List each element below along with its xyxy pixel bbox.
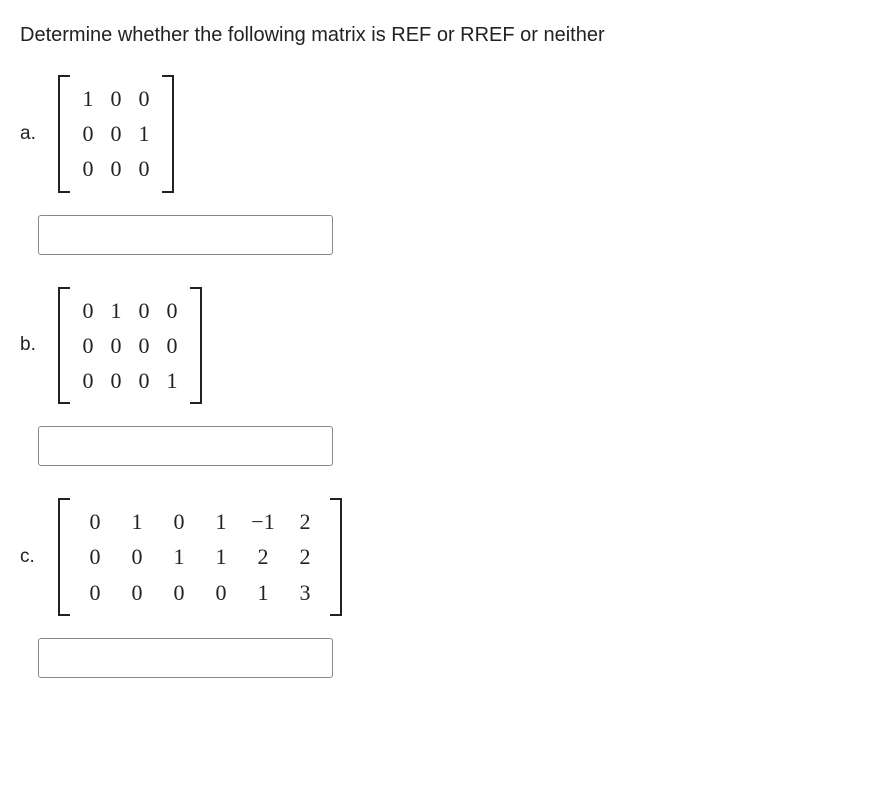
question-text: Determine whether the following matrix i… — [20, 24, 861, 47]
matrix-cell: 0 — [74, 363, 102, 398]
matrix-c: 0101−12001122000013 — [58, 498, 342, 616]
matrix-b: 010000000001 — [58, 287, 202, 405]
bracket-right-icon — [190, 287, 202, 405]
matrix-cell: 0 — [74, 575, 116, 610]
matrix-cell: 0 — [102, 363, 130, 398]
matrix-cell: 3 — [284, 575, 326, 610]
matrix-cell: 0 — [74, 293, 102, 328]
matrix-cell: 0 — [74, 328, 102, 363]
answer-input-a[interactable] — [38, 215, 333, 255]
matrix-cell: 0 — [200, 575, 242, 610]
bracket-right-icon — [330, 498, 342, 616]
answer-input-c[interactable] — [38, 638, 333, 678]
matrix-cell: 0 — [130, 363, 158, 398]
answer-input-b[interactable] — [38, 426, 333, 466]
matrix-cell: 0 — [130, 151, 158, 186]
bracket-right-icon — [162, 75, 174, 193]
matrix-cell: 2 — [284, 539, 326, 574]
matrix-cell: 0 — [74, 116, 102, 151]
matrix-cell: 0 — [102, 328, 130, 363]
matrix-cell: 0 — [102, 81, 130, 116]
matrix-cell: 0 — [158, 293, 186, 328]
matrix-cell: 2 — [284, 504, 326, 539]
matrix-cell: −1 — [242, 504, 284, 539]
bracket-left-icon — [58, 75, 70, 193]
bracket-left-icon — [58, 498, 70, 616]
bracket-left-icon — [58, 287, 70, 405]
matrix-cell: 0 — [74, 151, 102, 186]
matrix-cell: 0 — [74, 504, 116, 539]
matrix-cell: 0 — [130, 81, 158, 116]
matrix-a: 100001000 — [58, 75, 174, 193]
matrix-cell: 1 — [200, 504, 242, 539]
matrix-cell: 1 — [158, 363, 186, 398]
matrix-cell: 1 — [74, 81, 102, 116]
matrix-cell: 1 — [102, 293, 130, 328]
problem-c: c. 0101−12001122000013 — [20, 498, 861, 678]
matrix-cell: 0 — [116, 539, 158, 574]
problem-b: b. 010000000001 — [20, 287, 861, 467]
matrix-cell: 0 — [116, 575, 158, 610]
label-b: b. — [20, 334, 58, 356]
label-c: c. — [20, 546, 58, 568]
matrix-cell: 0 — [102, 116, 130, 151]
matrix-cell: 1 — [116, 504, 158, 539]
matrix-cell: 1 — [200, 539, 242, 574]
matrix-cell: 0 — [158, 328, 186, 363]
matrix-cell: 1 — [242, 575, 284, 610]
matrix-cell: 1 — [158, 539, 200, 574]
matrix-cell: 0 — [158, 504, 200, 539]
matrix-cell: 0 — [130, 293, 158, 328]
matrix-cell: 0 — [158, 575, 200, 610]
matrix-cell: 0 — [74, 539, 116, 574]
matrix-cell: 2 — [242, 539, 284, 574]
label-a: a. — [20, 123, 58, 145]
matrix-cell: 0 — [102, 151, 130, 186]
matrix-cell: 1 — [130, 116, 158, 151]
problem-a: a. 100001000 — [20, 75, 861, 255]
matrix-cell: 0 — [130, 328, 158, 363]
